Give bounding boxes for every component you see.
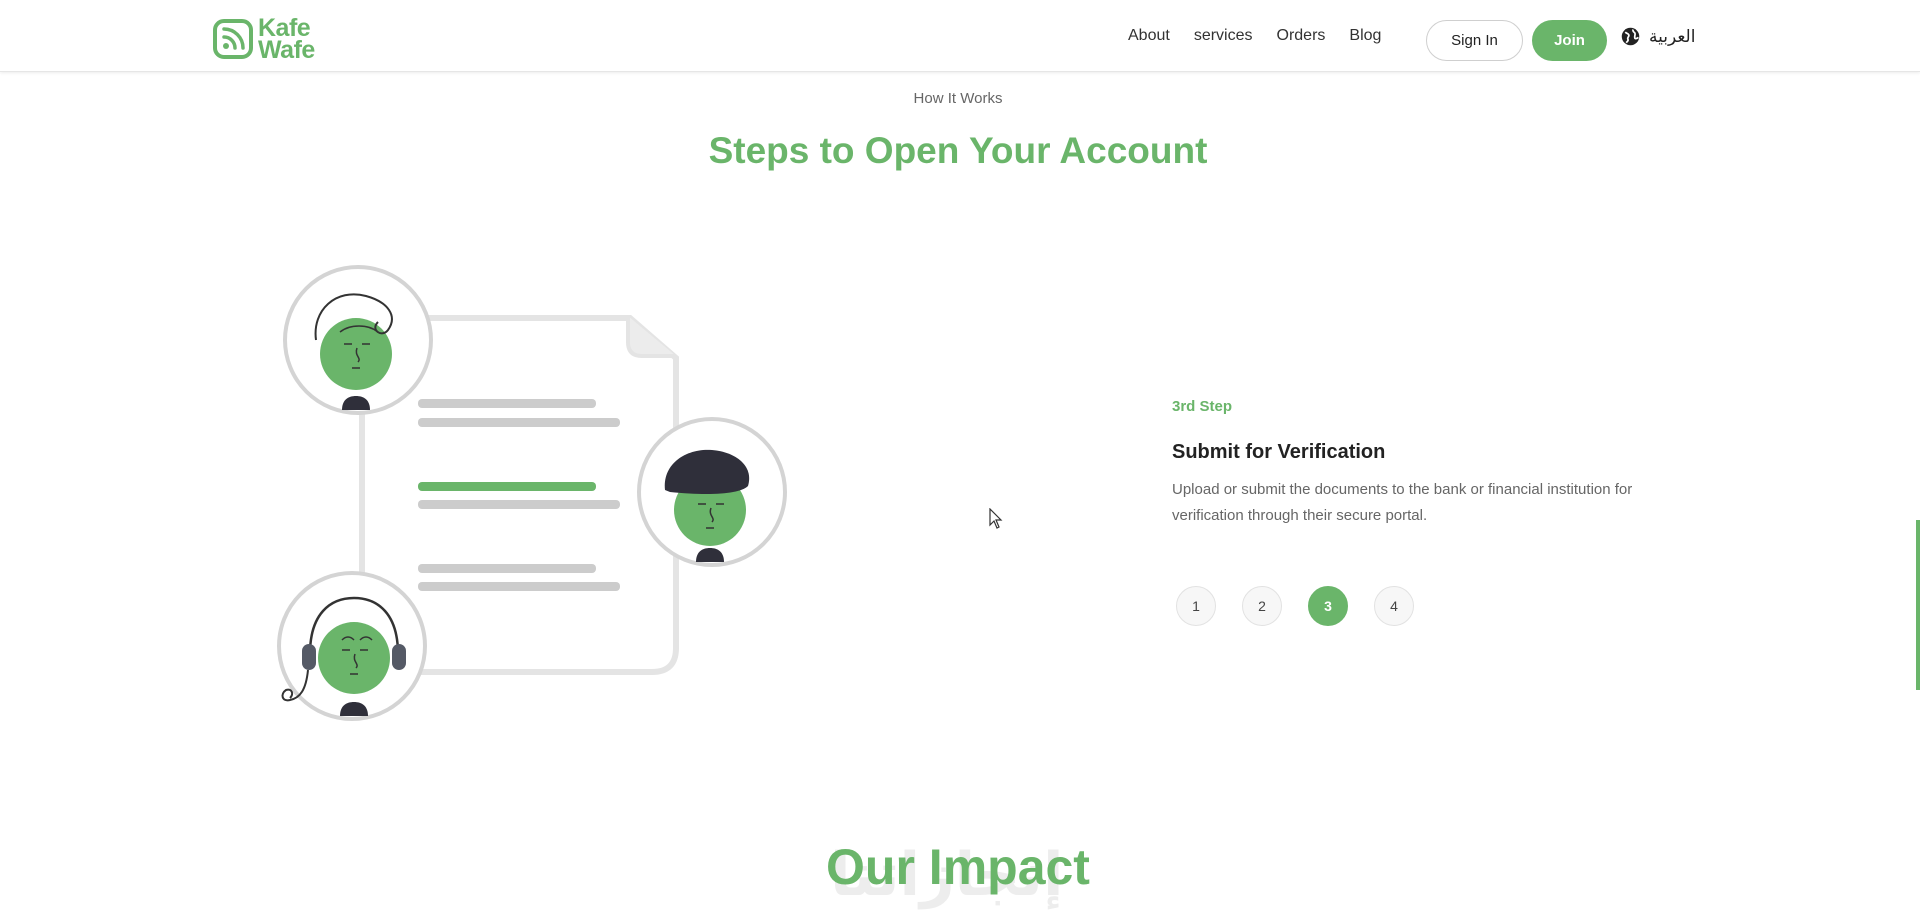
join-button[interactable]: Join: [1532, 20, 1607, 61]
logo-icon: [213, 19, 253, 59]
person-avatar-right: [637, 417, 787, 567]
person-avatar-top: [283, 265, 433, 415]
nav-link-about[interactable]: About: [1128, 27, 1170, 45]
nav-link-services[interactable]: services: [1194, 27, 1253, 45]
step-page-4[interactable]: 4: [1374, 586, 1414, 626]
logo-text-line2: Wafe: [258, 36, 315, 64]
mouse-cursor-icon: [989, 508, 1003, 529]
step-label: 3rd Step: [1172, 398, 1233, 415]
language-label: العربية: [1649, 26, 1696, 46]
scroll-indicator[interactable]: [1916, 520, 1920, 690]
step-title: Submit for Verification: [1172, 441, 1386, 463]
language-switcher[interactable]: العربية: [1620, 26, 1695, 47]
site-header: Kafe Wafe About services Orders Blog Sig…: [0, 0, 1920, 72]
logo-text: Kafe Wafe: [258, 16, 315, 64]
brand-logo[interactable]: Kafe Wafe: [212, 16, 315, 64]
impact-title: Our Impact: [826, 839, 1090, 895]
step-pager: 1 2 3 4: [1176, 586, 1414, 626]
step-page-1[interactable]: 1: [1176, 586, 1216, 626]
step-page-2[interactable]: 2: [1242, 586, 1282, 626]
globe-icon: [1621, 27, 1640, 46]
section-title: Steps to Open Your Account: [708, 130, 1208, 171]
main-nav: About services Orders Blog: [1128, 0, 1381, 72]
step-page-3-active[interactable]: 3: [1308, 586, 1348, 626]
step-description: Upload or submit the documents to the ba…: [1172, 481, 1633, 524]
nav-link-orders[interactable]: Orders: [1277, 27, 1326, 45]
sign-in-button[interactable]: Sign In: [1426, 20, 1523, 61]
nav-link-blog[interactable]: Blog: [1349, 27, 1381, 45]
steps-illustration: [277, 265, 787, 721]
person-avatar-bottom: [277, 571, 427, 721]
section-eyebrow: How It Works: [913, 90, 1003, 107]
